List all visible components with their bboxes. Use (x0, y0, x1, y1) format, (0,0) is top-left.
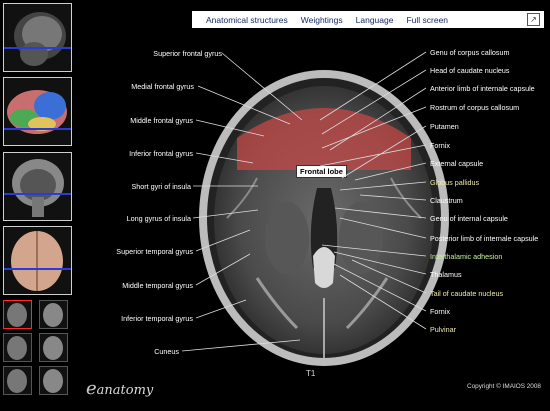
label-pulvinar[interactable]: Pulvinar (430, 325, 456, 334)
label-anterior-limb-internal-capsule[interactable]: Anterior limb of internale capsule (430, 84, 535, 93)
label-fornix-2[interactable]: Fornix (430, 307, 450, 316)
copyright-text: Copyright © IMAIOS 2008 (467, 383, 541, 390)
label-cuneus[interactable]: Cuneus (154, 347, 179, 356)
label-long-gyrus-insula[interactable]: Long gyrus of insula (127, 214, 191, 223)
label-putamen[interactable]: Putamen (430, 122, 459, 131)
label-superior-frontal-gyrus[interactable]: Superior frontal gyrus (153, 49, 222, 58)
label-short-gyri-insula[interactable]: Short gyri of insula (131, 182, 191, 191)
label-middle-temporal-gyrus[interactable]: Middle temporal gyrus (122, 281, 193, 290)
label-superior-temporal-gyrus[interactable]: Superior temporal gyrus (116, 247, 193, 256)
label-inferior-temporal-gyrus[interactable]: Inferior temporal gyrus (121, 314, 193, 323)
label-middle-frontal-gyrus[interactable]: Middle frontal gyrus (130, 116, 193, 125)
label-external-capsule[interactable]: External capsule (430, 159, 483, 168)
label-posterior-limb-internal-capsule[interactable]: Posterior limb of internale capsule (430, 234, 538, 243)
brand-logo: eanatomy (86, 378, 154, 399)
label-genu-corpus-callosum[interactable]: Genu of corpus callosum (430, 48, 510, 57)
label-medial-frontal-gyrus[interactable]: Medial frontal gyrus (131, 82, 194, 91)
label-tail-caudate-nucleus[interactable]: Tail of caudate nucleus (430, 289, 503, 298)
label-fornix-1[interactable]: Fornix (430, 141, 450, 150)
label-claustrum[interactable]: Claustrum (430, 196, 463, 205)
leader-lines (181, 51, 427, 352)
label-head-caudate-nucleus[interactable]: Head of caudate nucleus (430, 66, 510, 75)
sequence-label: T1 (306, 369, 316, 378)
label-genu-internal-capsule[interactable]: Genu of internal capsule (430, 214, 508, 223)
label-inferior-frontal-gyrus[interactable]: Inferior frontal gyrus (129, 149, 193, 158)
label-globus-pallidus[interactable]: Globus pallidus (430, 178, 479, 187)
label-interthalamic-adhesion[interactable]: Interthalamic adhesion (430, 252, 502, 261)
label-rostrum-corpus-callosum[interactable]: Rostrum of corpus callosum (430, 103, 519, 112)
label-thalamus[interactable]: Thalamus (430, 270, 462, 279)
